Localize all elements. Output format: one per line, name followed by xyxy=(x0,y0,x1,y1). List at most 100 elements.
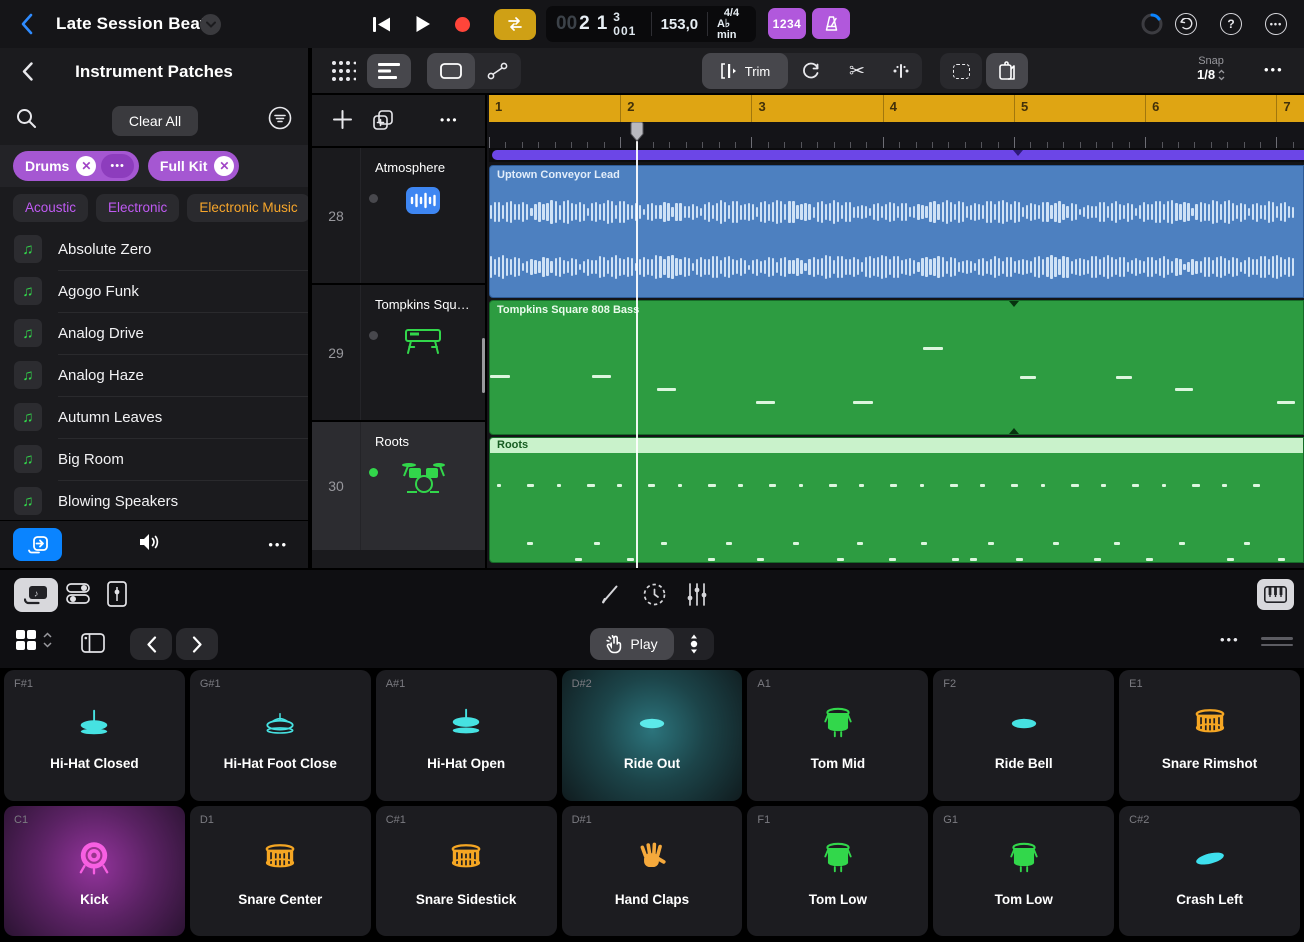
arrangement-section[interactable] xyxy=(492,150,1304,160)
next-bank-button[interactable] xyxy=(176,628,218,660)
velocity-mode-button[interactable] xyxy=(674,628,714,660)
region-uptown-conveyor-lead[interactable]: Uptown Conveyor Lead xyxy=(489,165,1304,298)
midi-note xyxy=(889,558,896,561)
duplicate-track-icon[interactable] xyxy=(372,109,394,136)
project-title[interactable]: Late Session Beat xyxy=(56,0,206,48)
previous-bank-button[interactable] xyxy=(130,628,172,660)
cpu-meter-icon[interactable] xyxy=(1141,13,1163,35)
add-track-icon[interactable] xyxy=(332,109,353,135)
category-chip-acoustic[interactable]: Acoustic xyxy=(13,194,88,222)
pencil-edit-icon[interactable] xyxy=(600,583,622,610)
lcd-display[interactable]: 00 2 1 3 001 153,0 4/4 A♭ min xyxy=(546,6,756,42)
cycle-loop-button[interactable] xyxy=(494,9,536,40)
ruler-bar-6: 6 xyxy=(1145,95,1276,122)
category-chip-electronic[interactable]: Electronic xyxy=(96,194,179,222)
pads-more-icon[interactable]: ••• xyxy=(1220,632,1240,647)
metronome-button[interactable] xyxy=(812,8,850,39)
vertical-scrollbar[interactable] xyxy=(482,338,485,393)
patch-list-item[interactable]: ♫Absolute Zero xyxy=(0,228,308,270)
midi-note xyxy=(920,484,924,487)
loop-tool-icon[interactable] xyxy=(788,61,834,81)
track-header-atmosphere[interactable]: 28 Atmosphere xyxy=(312,148,485,285)
tracks-more-icon[interactable]: ••• xyxy=(1264,62,1284,77)
browser-more-icon[interactable]: ••• xyxy=(268,537,288,552)
drum-pad-kick[interactable]: C1Kick xyxy=(4,806,185,937)
quantize-clock-icon[interactable] xyxy=(642,582,667,612)
region-roots[interactable]: Roots xyxy=(489,437,1304,563)
count-in-button[interactable]: 1234 xyxy=(768,8,806,39)
drum-pad-tom-mid[interactable]: A1Tom Mid xyxy=(747,670,928,801)
search-icon[interactable] xyxy=(16,108,37,134)
timeline-ruler[interactable]: 1234567 xyxy=(489,95,1304,148)
track-header-tompkins[interactable]: 29 Tompkins Squ… xyxy=(312,285,485,422)
playhead-handle[interactable] xyxy=(630,122,644,147)
play-icon[interactable] xyxy=(415,15,431,33)
drum-pad-hi-hat-closed[interactable]: F#1Hi-Hat Closed xyxy=(4,670,185,801)
patch-list-item[interactable]: ♫Blowing Speakers xyxy=(0,480,308,522)
pad-note-label: F#1 xyxy=(14,678,33,690)
back-icon[interactable] xyxy=(20,13,33,35)
marquee-select-icon[interactable] xyxy=(940,53,982,89)
pad-sidebar-icon[interactable] xyxy=(81,633,105,658)
automation-tool-icon[interactable] xyxy=(475,62,521,80)
clear-all-button[interactable]: Clear All xyxy=(112,106,198,136)
filter-icon[interactable] xyxy=(268,106,292,135)
gain-tool-icon[interactable] xyxy=(880,63,922,79)
browser-toggle-button[interactable]: ♪ xyxy=(14,578,58,612)
pad-layout-selector[interactable] xyxy=(14,628,52,652)
mixer-sliders-icon[interactable] xyxy=(686,582,708,612)
drum-pad-snare-center[interactable]: D1Snare Center xyxy=(190,806,371,937)
panel-resize-handle[interactable] xyxy=(1261,637,1293,646)
drum-pad-ride-bell[interactable]: F2Ride Bell xyxy=(933,670,1114,801)
go-to-beginning-icon[interactable] xyxy=(372,16,391,33)
pad-play-mode-button[interactable]: Play xyxy=(590,628,674,660)
title-menu-chevron-icon[interactable] xyxy=(200,14,221,35)
record-enable-dot[interactable] xyxy=(369,194,378,203)
load-patch-button[interactable] xyxy=(13,528,62,561)
playhead-line[interactable] xyxy=(636,141,638,568)
keyboard-toggle-button[interactable] xyxy=(1257,579,1294,610)
patch-list-item[interactable]: ♫Autumn Leaves xyxy=(0,396,308,438)
drum-pad-tom-low[interactable]: G1Tom Low xyxy=(933,806,1114,937)
paste-icon[interactable] xyxy=(986,53,1028,89)
drum-pad-tom-low[interactable]: F1Tom Low xyxy=(747,806,928,937)
help-icon[interactable]: ? xyxy=(1220,13,1242,35)
tracks-view-icon[interactable] xyxy=(367,54,411,88)
snap-control[interactable]: Snap 1/8 xyxy=(1197,55,1225,81)
cycle-range-bar[interactable]: 1234567 xyxy=(489,95,1304,122)
topbar-more-icon[interactable]: ••• xyxy=(1265,13,1287,35)
drum-pad-snare-sidestick[interactable]: C#1Snare Sidestick xyxy=(376,806,557,937)
record-enable-dot[interactable] xyxy=(369,331,378,340)
track-header-roots[interactable]: 30 Roots xyxy=(312,422,485,550)
drum-pad-ride-out[interactable]: D#2Ride Out xyxy=(562,670,743,801)
drum-pad-hi-hat-foot-close[interactable]: G#1Hi-Hat Foot Close xyxy=(190,670,371,801)
remove-tag-icon[interactable]: ✕ xyxy=(76,156,96,176)
browser-back-icon[interactable] xyxy=(22,62,33,86)
patch-list-item[interactable]: ♫Analog Drive xyxy=(0,312,308,354)
region-tompkins-square-808-bass[interactable]: Tompkins Square 808 Bass xyxy=(489,300,1304,435)
remove-tag-icon[interactable]: ✕ xyxy=(214,156,234,176)
drum-pad-hand-claps[interactable]: D#1Hand Claps xyxy=(562,806,743,937)
record-enable-dot[interactable] xyxy=(369,468,378,477)
split-scissors-icon[interactable]: ✂ xyxy=(834,60,880,83)
preview-volume-icon[interactable] xyxy=(138,532,162,557)
tag-more-icon[interactable]: ••• xyxy=(101,154,134,178)
track-header-more-icon[interactable]: ••• xyxy=(440,113,459,127)
tag-full-kit[interactable]: Full Kit ✕ xyxy=(148,151,239,181)
patch-list-item[interactable]: ♫Agogo Funk xyxy=(0,270,308,312)
drum-pad-hi-hat-open[interactable]: A#1Hi-Hat Open xyxy=(376,670,557,801)
category-chip-electronic-music[interactable]: Electronic Music xyxy=(187,194,308,222)
drum-pad-crash-left[interactable]: C#2Crash Left xyxy=(1119,806,1300,937)
trim-tool-button[interactable]: Trim xyxy=(702,53,788,89)
patch-list-item[interactable]: ♫Analog Haze xyxy=(0,354,308,396)
midi-note xyxy=(769,484,777,487)
grid-view-icon[interactable] xyxy=(330,58,356,84)
tag-drums[interactable]: Drums ✕ ••• xyxy=(13,151,139,181)
undo-history-icon[interactable] xyxy=(1175,13,1197,35)
smart-controls-icon[interactable] xyxy=(66,582,92,611)
drum-pad-snare-rimshot[interactable]: E1Snare Rimshot xyxy=(1119,670,1300,801)
region-tool-icon[interactable] xyxy=(427,53,475,89)
patch-list-item[interactable]: ♫Big Room xyxy=(0,438,308,480)
record-icon[interactable] xyxy=(455,17,470,32)
channel-strip-icon[interactable] xyxy=(106,581,128,612)
